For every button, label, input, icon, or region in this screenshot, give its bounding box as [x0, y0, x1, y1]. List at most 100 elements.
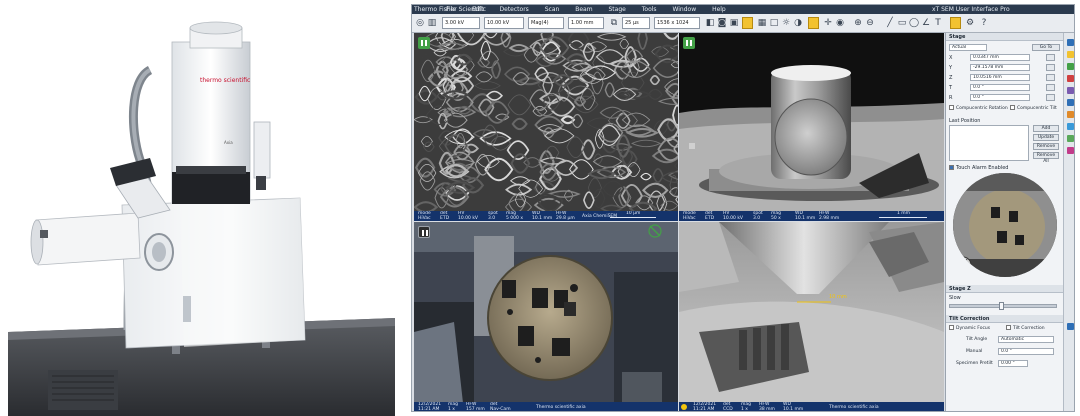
help-icon[interactable]: ?	[978, 16, 990, 30]
stage-actual-select[interactable]: Actual	[949, 44, 987, 51]
lock-t-button[interactable]	[1046, 84, 1055, 91]
databar-value: 38 mm	[759, 407, 775, 412]
nav-camera-view[interactable]	[953, 173, 1057, 277]
lock-z-button[interactable]	[1046, 74, 1055, 81]
specimen-pretilt-field[interactable]: 0.00 °	[998, 360, 1028, 367]
high-voltage-select[interactable]: 10.00 kV	[484, 17, 524, 29]
beam-voltage-select[interactable]: 3.00 kV	[442, 17, 480, 29]
resolution-select[interactable]: 1536 x 1024	[654, 17, 700, 29]
module-icon-4[interactable]	[1067, 75, 1074, 82]
databar-value: 3.0	[488, 216, 496, 221]
module-icon-7[interactable]	[1067, 111, 1074, 118]
coord-r-field[interactable]: 0.0 °	[970, 94, 1030, 101]
scale-bar-label: 10 µm	[626, 211, 641, 216]
menu-scan[interactable]: Scan	[545, 5, 560, 14]
module-icon-9[interactable]	[1067, 135, 1074, 142]
module-icon-6[interactable]	[1067, 99, 1074, 106]
rectangle-tool-icon[interactable]: ▭	[896, 16, 908, 30]
brightness-icon[interactable]: ☼	[780, 16, 792, 30]
lock-r-button[interactable]	[1046, 94, 1055, 101]
quad-ccd-image[interactable]: mode HiVac det ETD HV 10.00 kV spot 3.0 …	[679, 33, 944, 221]
measure-label: 10 mm	[829, 294, 847, 300]
single-view-icon[interactable]: □	[768, 16, 780, 30]
databar-value: HiVac	[683, 216, 696, 221]
ellipse-tool-icon[interactable]: ◯	[908, 16, 920, 30]
coord-z-field[interactable]: 10.0516 mm	[970, 74, 1030, 81]
pause-icon[interactable]	[418, 226, 430, 238]
pause-scan-button[interactable]	[742, 17, 753, 29]
crosshair-icon[interactable]: ✛	[822, 16, 834, 30]
compucentric-tilt-checkbox[interactable]: Compucentric Tilt	[1010, 105, 1057, 113]
settings-icon[interactable]: ⚙	[964, 16, 976, 30]
module-icon-8[interactable]	[1067, 123, 1074, 130]
menu-bar: File Edit Detectors Scan Beam Stage Tool…	[446, 5, 740, 14]
specimen-pretilt-label: Specimen Pretilt	[956, 361, 993, 366]
dynamic-focus-checkbox[interactable]: Dynamic Focus	[949, 325, 990, 333]
position-remove-button[interactable]: Remove	[1033, 143, 1059, 150]
coord-x-field[interactable]: 0.0347 mm	[970, 54, 1030, 61]
auto-contrast-button[interactable]	[808, 17, 819, 29]
menu-window[interactable]: Window	[672, 5, 696, 14]
menu-edit[interactable]: Edit	[472, 5, 484, 14]
module-icon-3[interactable]	[1067, 63, 1074, 70]
color-wheel-icon[interactable]: ◉	[834, 16, 846, 30]
pause-icon[interactable]	[418, 37, 430, 49]
zoom-in-icon[interactable]: ⊕	[852, 16, 864, 30]
record-icon[interactable]: ▣	[728, 16, 740, 30]
dwell-time-select[interactable]: 25 µs	[622, 17, 650, 29]
ir-camera-image	[679, 222, 944, 411]
quad-chamber-camera[interactable]: 12/2/2021 11:21 AM mag 1 x HFW 157 mm de…	[414, 222, 678, 411]
text-tool-icon[interactable]: T	[932, 16, 944, 30]
magnification-select[interactable]: Mag(4)	[528, 17, 564, 29]
lock-y-button[interactable]	[1046, 64, 1055, 71]
angle-tool-icon[interactable]: ∠	[920, 16, 932, 30]
menu-help[interactable]: Help	[712, 5, 726, 14]
module-icon-5[interactable]	[1067, 87, 1074, 94]
quad-sem-image[interactable]: mode HiVac det ETD HV 10.00 kV spot 3.0 …	[414, 33, 678, 221]
line-tool-icon[interactable]: ╱	[884, 16, 896, 30]
contrast-icon[interactable]: ◑	[792, 16, 804, 30]
measure-button[interactable]	[950, 17, 961, 29]
module-icon-11[interactable]	[1067, 323, 1074, 330]
menu-detectors[interactable]: Detectors	[500, 5, 529, 14]
stage-z-speed-label: Slow	[949, 295, 961, 301]
module-icon-2[interactable]	[1067, 51, 1074, 58]
tilt-angle-select[interactable]: Automatic	[998, 336, 1054, 343]
compucentric-rotation-checkbox[interactable]: Compucentric Rotation	[949, 105, 1008, 113]
chamber-camera-image	[414, 222, 678, 411]
grid-view-icon[interactable]: ▦	[756, 16, 768, 30]
touch-alarm-checkbox[interactable]: Touch Alarm Enabled	[949, 164, 1008, 172]
scan-speed-icon[interactable]: ⧉	[608, 16, 620, 30]
zoom-out-icon[interactable]: ⊖	[864, 16, 876, 30]
menu-file[interactable]: File	[446, 5, 456, 14]
instrument-photo: thermo scientific Axia	[0, 0, 400, 416]
tilt-correction-label: Tilt Correction	[1013, 326, 1045, 331]
lock-x-button[interactable]	[1046, 54, 1055, 61]
checkbox-icon	[1006, 325, 1011, 330]
coord-y-field[interactable]: -29.1578 mm	[970, 64, 1030, 71]
column-icon[interactable]: ▥	[426, 16, 438, 30]
positions-list[interactable]	[949, 125, 1029, 161]
position-add-button[interactable]: Add	[1033, 125, 1059, 132]
snapshot-icon[interactable]: ◧	[704, 16, 716, 30]
menu-tools[interactable]: Tools	[642, 5, 657, 14]
menu-beam[interactable]: Beam	[575, 5, 592, 14]
menu-stage[interactable]: Stage	[609, 5, 626, 14]
coord-t-field[interactable]: 0.0 °	[970, 84, 1030, 91]
tilt-correction-checkbox[interactable]: Tilt Correction	[1006, 325, 1045, 333]
working-distance-select[interactable]: 1.00 mm	[568, 17, 604, 29]
camera-icon[interactable]: ◙	[716, 16, 728, 30]
databar-value: 11:21 AM	[693, 407, 715, 412]
goto-button[interactable]: Go To	[1032, 44, 1060, 51]
module-icon-1[interactable]	[1067, 39, 1074, 46]
quad-ir-camera[interactable]: 10 mm 12/2/2021 11:21 AM det CCD mag 1 x…	[679, 222, 944, 412]
scale-bar	[879, 217, 927, 218]
gun-icon[interactable]: ◎	[414, 16, 426, 30]
position-update-button[interactable]: Update	[1033, 134, 1059, 141]
pause-icon[interactable]	[683, 37, 695, 49]
stage-z-slider-thumb[interactable]	[999, 302, 1004, 310]
page-root: thermo scientific Axia Thermo Fisher Sci…	[0, 0, 1080, 416]
position-remove-all-button[interactable]: Remove All	[1033, 152, 1059, 164]
manual-tilt-field[interactable]: 0.0 °	[998, 348, 1054, 355]
module-icon-10[interactable]	[1067, 147, 1074, 154]
